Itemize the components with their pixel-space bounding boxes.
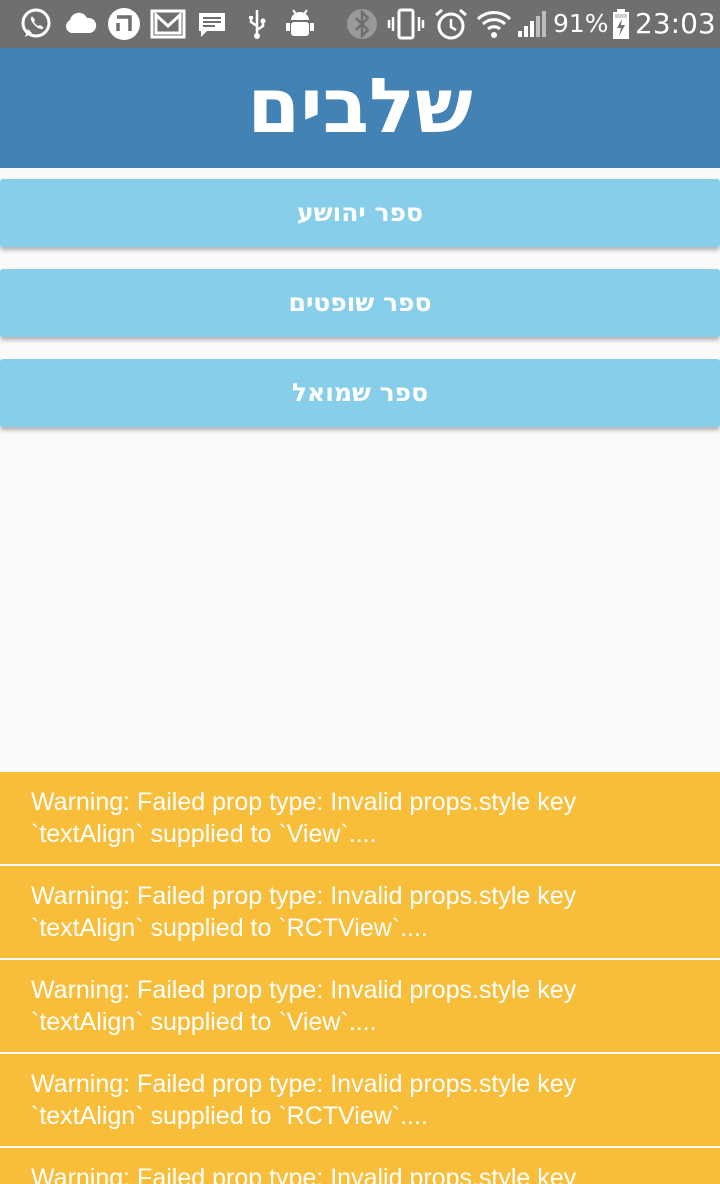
warning-item[interactable]: Warning: Failed prop type: Invalid props… <box>0 772 720 864</box>
cloud-icon <box>66 12 97 33</box>
warning-text: Warning: Failed prop type: Invalid props… <box>31 1164 577 1184</box>
warning-list: Warning: Failed prop type: Invalid props… <box>0 772 720 1184</box>
battery-charging-icon <box>613 9 629 39</box>
warning-text: Warning: Failed prop type: Invalid props… <box>31 882 577 910</box>
warning-item[interactable]: Warning: Failed prop type: Invalid props… <box>0 1054 720 1146</box>
book-button-samuel[interactable]: ספר שמואל <box>0 359 720 427</box>
alarm-icon <box>435 8 467 40</box>
warning-text: `textAlign` supplied to `RCTView`.... <box>31 914 428 942</box>
status-bar: 91% 23:03 <box>0 0 720 48</box>
vibrate-icon <box>387 8 425 40</box>
app-header: שלבים <box>0 48 720 168</box>
battery-percent: 91% <box>553 9 609 38</box>
warning-item[interactable]: Warning: Failed prop type: Invalid props… <box>0 960 720 1052</box>
warning-text: `textAlign` supplied to `RCTView`.... <box>31 1102 428 1130</box>
warning-text: Warning: Failed prop type: Invalid props… <box>31 788 577 816</box>
clock: 23:03 <box>635 7 716 40</box>
signal-icon <box>518 11 546 37</box>
book-button-joshua[interactable]: ספר יהושע <box>0 179 720 247</box>
warning-text: `textAlign` supplied to `View`.... <box>31 1008 377 1036</box>
warning-item[interactable]: Warning: Failed prop type: Invalid props… <box>0 866 720 958</box>
whatsapp-icon <box>21 8 51 38</box>
message-icon <box>199 13 225 37</box>
page-title: שלבים <box>247 61 473 150</box>
book-button-judges[interactable]: ספר שופטים <box>0 269 720 337</box>
warning-text: `textAlign` supplied to `View`.... <box>31 820 377 848</box>
android-debug-icon <box>286 9 314 36</box>
warning-item[interactable]: Warning: Failed prop type: Invalid props… <box>0 1148 720 1184</box>
warning-text: Warning: Failed prop type: Invalid props… <box>31 1070 577 1098</box>
gmail-icon <box>150 9 186 39</box>
usb-icon <box>249 10 266 39</box>
bluetooth-icon <box>347 8 377 40</box>
warning-text: Warning: Failed prop type: Invalid props… <box>31 976 577 1004</box>
hebrew-he-icon <box>108 8 140 40</box>
wifi-icon <box>476 11 512 38</box>
